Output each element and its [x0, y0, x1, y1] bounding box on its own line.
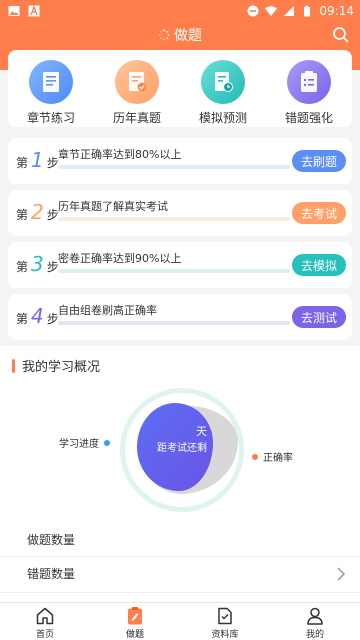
legend-progress: 学习进度 — [59, 435, 110, 450]
category-mistake-review[interactable]: 错题强化 — [269, 60, 349, 127]
title-accent-bar — [12, 358, 15, 373]
overview-title: 我的学习概况 — [22, 360, 101, 375]
wifi-icon — [265, 6, 278, 16]
step-prefix: 第 — [16, 156, 29, 170]
step-progress-bar — [58, 321, 290, 325]
clipboard-list-icon — [287, 60, 331, 104]
step-suffix: 步 — [46, 208, 59, 222]
category-mock-prediction[interactable]: 模拟预测 — [183, 60, 263, 127]
category-chapter-practice[interactable]: 章节练习 — [11, 60, 91, 127]
category-label: 错题强化 — [284, 111, 333, 125]
chevron-right-icon — [337, 567, 346, 581]
study-overview: 我的学习概况 天 距考试还剩 学习进度 正确率 做题数量 错题数量 — [0, 346, 360, 602]
step-progress-bar — [58, 217, 290, 221]
category-label: 章节练习 — [26, 111, 75, 125]
days-remaining-label: 距考试还剩 — [157, 443, 207, 454]
category-label: 模拟预测 — [198, 111, 247, 125]
clock-document-icon — [201, 60, 245, 104]
step-text: 章节正确率达到80%以上 — [58, 148, 182, 161]
list-row-partial — [0, 592, 360, 602]
step-prefix: 第 — [16, 208, 29, 222]
step-suffix: 步 — [46, 260, 59, 274]
book-icon — [29, 60, 73, 104]
search-icon[interactable] — [332, 26, 350, 44]
category-past-papers[interactable]: 历年真题 — [97, 60, 177, 127]
step-text: 自由组卷刷高正确率 — [58, 304, 157, 317]
page-title: 做题 — [174, 28, 202, 44]
step-progress-bar — [58, 165, 290, 169]
legend-accuracy: 正确率 — [252, 449, 293, 464]
mistake-count-row[interactable]: 错题数量 — [0, 556, 360, 590]
bottom-tab-bar: 首页 做题 资料库 我的 — [0, 602, 360, 640]
legend-dot-accuracy — [252, 453, 258, 460]
legend-accuracy-label: 正确率 — [263, 453, 293, 464]
step-card-4: 第 4 步 自由组卷刷高正确率 去测试 — [8, 294, 352, 340]
step-label: 第 3 步 — [16, 254, 59, 275]
category-card: 章节练习 历年真题 模拟预测 错题强化 — [8, 50, 352, 127]
legend-progress-label: 学习进度 — [59, 439, 99, 450]
status-bar: 09:14 — [0, 0, 360, 22]
step-number: 1 — [31, 148, 44, 172]
step-label: 第 4 步 — [16, 306, 59, 327]
gallery-icon — [8, 6, 20, 16]
status-time: 09:14 — [319, 4, 354, 18]
step-suffix: 步 — [46, 156, 59, 170]
tab-label: 做题 — [125, 630, 144, 640]
legend-dot-progress — [104, 439, 110, 446]
days-unit: 天 — [196, 425, 207, 438]
tab-label: 首页 — [35, 630, 54, 640]
step-card-1: 第 1 步 章节正确率达到80%以上 去刷题 — [8, 138, 352, 184]
go-mock-button[interactable]: 去模拟 — [292, 254, 346, 276]
title-bar: 做题 — [0, 22, 360, 48]
go-exam-button[interactable]: 去考试 — [292, 202, 346, 224]
exam-icon — [128, 607, 142, 625]
battery-icon — [304, 5, 311, 17]
step-prefix: 第 — [16, 260, 29, 274]
user-icon — [307, 607, 323, 625]
text-a-icon — [28, 5, 40, 17]
row-label: 做题数量 — [27, 532, 76, 547]
tab-profile[interactable]: 我的 — [280, 606, 350, 640]
home-icon — [36, 607, 54, 625]
section-title: 我的学习概况 — [12, 356, 100, 375]
minus-circle-icon — [247, 5, 259, 17]
row-label: 错题数量 — [27, 567, 76, 581]
step-suffix: 步 — [46, 312, 59, 326]
tab-practice[interactable]: 做题 — [100, 606, 170, 640]
step-card-2: 第 2 步 历年真题了解真实考试 去考试 — [8, 190, 352, 236]
tab-library[interactable]: 资料库 — [190, 606, 260, 640]
step-number: 3 — [31, 252, 44, 276]
document-icon — [218, 607, 232, 625]
tab-label: 我的 — [305, 630, 324, 640]
step-prefix: 第 — [16, 312, 29, 326]
step-number: 2 — [31, 200, 44, 224]
tab-home[interactable]: 首页 — [10, 606, 80, 640]
go-practice-button[interactable]: 去刷题 — [292, 150, 346, 172]
step-label: 第 1 步 — [16, 150, 59, 171]
step-label: 第 2 步 — [16, 202, 59, 223]
paper-check-icon — [115, 60, 159, 104]
step-text: 历年真题了解真实考试 — [58, 200, 168, 213]
question-count-row[interactable]: 做题数量 — [0, 522, 360, 556]
step-number: 4 — [31, 304, 44, 328]
step-card-3: 第 3 步 密卷正确率达到90%以上 去模拟 — [8, 242, 352, 288]
go-test-button[interactable]: 去测试 — [292, 306, 346, 328]
step-progress-bar — [58, 269, 290, 273]
signal-icon — [284, 6, 295, 16]
step-text: 密卷正确率达到90%以上 — [58, 252, 182, 265]
category-label: 历年真题 — [112, 111, 161, 125]
tab-label: 资料库 — [211, 630, 239, 640]
loading-icon — [158, 29, 170, 41]
